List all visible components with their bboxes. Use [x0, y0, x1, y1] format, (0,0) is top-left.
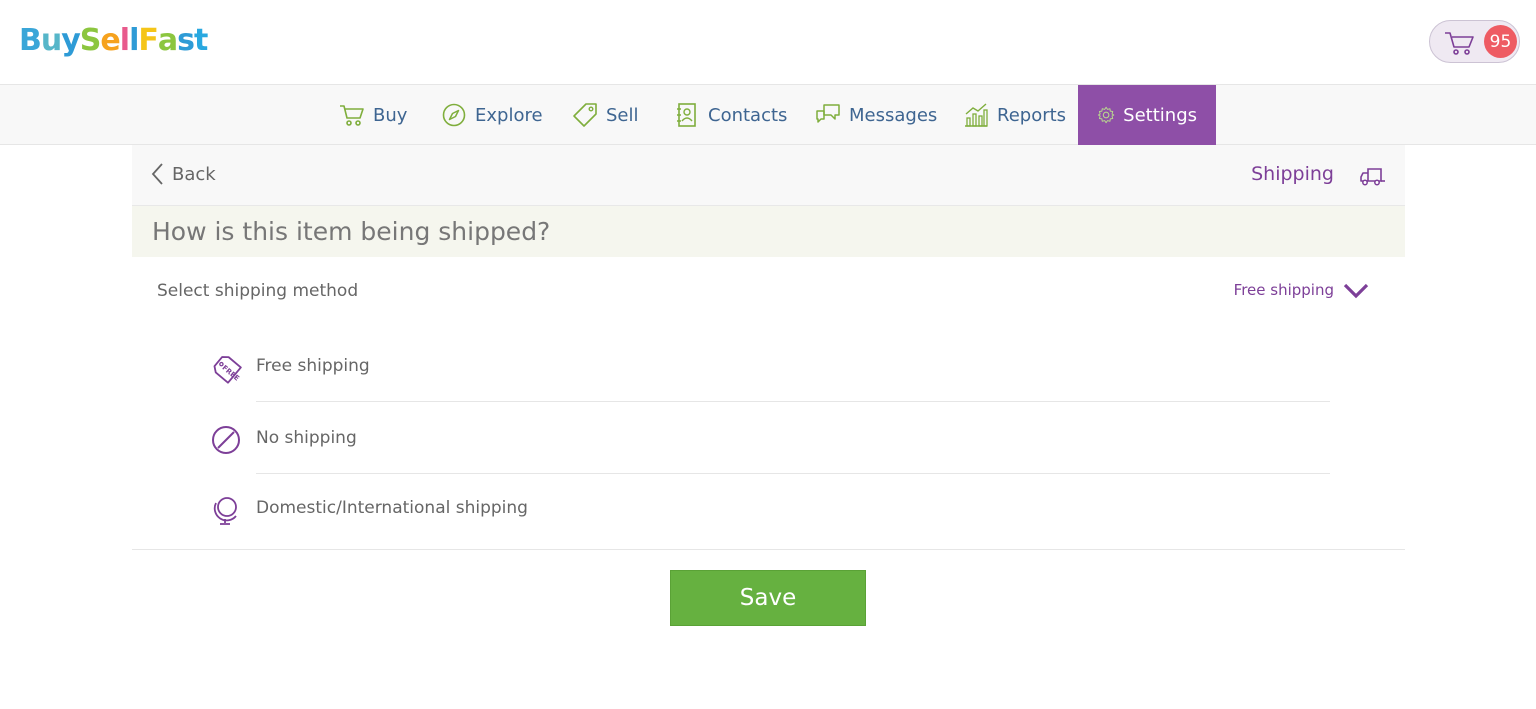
- bar-chart-icon: [965, 103, 988, 127]
- panel-header: Back Shipping: [132, 145, 1405, 206]
- chevron-left-icon: [151, 163, 163, 185]
- option-label: No shipping: [256, 428, 357, 448]
- logo-letter: F: [138, 22, 158, 58]
- cart-icon: [1445, 32, 1474, 55]
- save-button[interactable]: Save: [670, 570, 866, 626]
- compass-icon: [442, 103, 466, 127]
- top-header: BuySellFast 95: [0, 0, 1536, 84]
- prohibited-icon: [212, 426, 240, 454]
- logo-letter: l: [129, 22, 139, 58]
- logo-letter: y: [61, 22, 81, 58]
- nav-label: Settings: [1123, 104, 1197, 126]
- shipping-method-label: Select shipping method: [157, 281, 359, 301]
- chevron-down-icon[interactable]: [1343, 281, 1369, 301]
- option-label: Free shipping: [256, 356, 370, 376]
- divider: [256, 401, 1330, 402]
- shipping-question: How is this item being shipped?: [132, 206, 1405, 257]
- cart-button[interactable]: 95: [1429, 20, 1520, 63]
- logo-letter: u: [40, 22, 62, 58]
- option-no-shipping[interactable]: No shipping: [210, 404, 1330, 474]
- cart-icon: [340, 105, 364, 126]
- shipping-method-value[interactable]: Free shipping: [1234, 281, 1334, 299]
- option-domestic-international[interactable]: Domestic/International shipping: [210, 474, 1330, 544]
- nav-label: Sell: [606, 104, 639, 126]
- logo-letter: e: [100, 22, 120, 58]
- back-label: Back: [172, 163, 216, 185]
- section-divider: [132, 549, 1405, 550]
- globe-icon: [213, 497, 237, 525]
- buysellfast-logo[interactable]: BuySellFast: [19, 22, 208, 58]
- main-nav: Buy Explore Sell Contacts Messages Repor…: [0, 84, 1536, 145]
- truck-icon: [1360, 168, 1385, 186]
- nav-item-explore[interactable]: Explore: [441, 85, 543, 145]
- nav-item-settings[interactable]: Settings: [1078, 85, 1216, 145]
- nav-item-reports[interactable]: Reports: [963, 85, 1066, 145]
- nav-label: Buy: [373, 104, 408, 126]
- cart-count-badge: 95: [1484, 25, 1517, 58]
- nav-label: Reports: [997, 104, 1067, 126]
- nav-label: Contacts: [708, 104, 788, 126]
- nav-label: Explore: [475, 104, 543, 126]
- free-tag-icon: FREE: [213, 356, 242, 384]
- chat-bubbles-icon: [816, 104, 840, 123]
- logo-letter: t: [193, 22, 208, 58]
- shipping-method-select[interactable]: Select shipping method Free shipping: [132, 257, 1405, 325]
- logo-letter: s: [177, 22, 195, 58]
- nav-item-buy[interactable]: Buy: [339, 85, 407, 145]
- nav-item-sell[interactable]: Sell: [572, 85, 639, 145]
- option-label: Domestic/International shipping: [256, 498, 528, 518]
- nav-item-contacts[interactable]: Contacts: [674, 85, 787, 145]
- address-book-icon: [677, 103, 696, 127]
- tag-icon: [573, 103, 597, 127]
- panel-title: Shipping: [1251, 163, 1334, 185]
- back-button[interactable]: Back: [150, 162, 216, 186]
- gear-icon: [1097, 106, 1115, 124]
- logo-letter: l: [119, 22, 130, 58]
- option-free-shipping[interactable]: FREE Free shipping: [210, 332, 1330, 402]
- logo-letter: a: [157, 22, 178, 58]
- nav-label: Messages: [849, 104, 938, 126]
- nav-item-messages[interactable]: Messages: [815, 85, 937, 145]
- logo-letter: B: [19, 22, 42, 58]
- logo-letter: S: [79, 22, 102, 58]
